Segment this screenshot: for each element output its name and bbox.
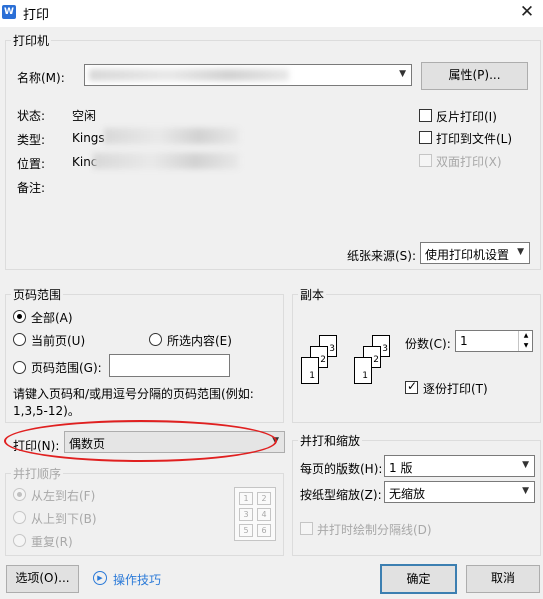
scale-label: 按纸型缩放(Z):: [300, 488, 382, 502]
page-icon-1a: 1: [301, 357, 319, 384]
page-range-current-label[interactable]: 当前页(U): [31, 332, 85, 349]
printer-name-label: 名称(M):: [17, 71, 65, 85]
paper-source-label: 纸张来源(S):: [347, 249, 417, 263]
collate-order-group-title: 并打顺序: [11, 465, 64, 482]
type-value-redacted: [104, 128, 239, 144]
left-to-right-radio: [13, 488, 26, 501]
location-label: 位置:: [17, 157, 46, 171]
collate-pages-icon: 3 2 1 3 2 1: [300, 335, 392, 390]
page-range-all-radio[interactable]: [13, 310, 26, 323]
page-icon-1b: 1: [354, 357, 372, 384]
page-range-all-label[interactable]: 全部(A): [31, 309, 73, 326]
page-range-group-title: 页码范围: [11, 286, 64, 303]
collate-label[interactable]: 逐份打印(T): [423, 380, 488, 397]
reverse-print-label[interactable]: 反片打印(I): [436, 108, 497, 125]
page-range-hint-line1: 请键入页码和/或用逗号分隔的页码范围(例如:: [13, 387, 254, 401]
pages-per-sheet-label: 每页的版数(H):: [300, 462, 383, 476]
chevron-down-icon: ▼: [522, 486, 529, 496]
title-bar: [0, 0, 543, 27]
scale-select[interactable]: 无缩放 ▼: [384, 481, 535, 503]
paper-source-value: 使用打印机设置: [425, 248, 510, 262]
printer-group-title: 打印机: [11, 32, 52, 49]
pages-per-sheet-value: 1 版: [389, 461, 413, 475]
page-range-selection-radio[interactable]: [149, 333, 162, 346]
repeat-label: 重复(R): [31, 535, 73, 549]
options-button[interactable]: 选项(O)...: [6, 565, 79, 593]
type-label: 类型:: [17, 133, 46, 147]
page-range-selection-label[interactable]: 所选内容(E): [167, 332, 232, 349]
window-title: 打印: [23, 8, 50, 23]
top-to-bottom-radio: [13, 511, 26, 524]
properties-button[interactable]: 属性(P)...: [421, 62, 528, 90]
copies-count-input[interactable]: 1 ▲ ▼: [455, 330, 533, 352]
spin-down-button[interactable]: ▼: [518, 341, 533, 351]
duplex-label: 双面打印(X): [436, 155, 502, 169]
scale-value: 无缩放: [389, 487, 426, 501]
printer-name-redacted: [89, 69, 289, 81]
page-range-input[interactable]: [109, 354, 230, 377]
draw-borders-label: 并打时绘制分隔线(D): [317, 523, 432, 537]
preview-cell: 5: [239, 524, 253, 537]
top-to-bottom-label: 从上到下(B): [31, 512, 97, 526]
chevron-down-icon: ▼: [399, 69, 406, 79]
duplex-checkbox: [419, 154, 432, 167]
spin-up-button[interactable]: ▲: [518, 331, 533, 341]
print-to-file-label[interactable]: 打印到文件(L): [436, 130, 512, 147]
app-icon: W: [2, 5, 16, 19]
collate-order-preview: 1 2 3 4 5 6: [234, 487, 276, 541]
preview-cell: 2: [257, 492, 271, 505]
pages-per-sheet-select[interactable]: 1 版 ▼: [384, 455, 535, 477]
page-range-pages-label[interactable]: 页码范围(G):: [31, 359, 102, 376]
tips-link[interactable]: 操作技巧: [113, 571, 161, 588]
play-icon[interactable]: ▶: [93, 571, 107, 585]
copies-group-title: 副本: [298, 286, 327, 303]
preview-cell: 1: [239, 492, 253, 505]
paper-source-select[interactable]: 使用打印机设置 ▼: [420, 242, 530, 264]
status-label: 状态:: [17, 109, 46, 123]
preview-cell: 3: [239, 508, 253, 521]
close-icon[interactable]: ✕: [514, 1, 540, 23]
status-value: 空闲: [72, 109, 97, 123]
preview-cell: 6: [257, 524, 271, 537]
page-range-current-radio[interactable]: [13, 333, 26, 346]
printer-name-select[interactable]: ▼: [84, 64, 412, 86]
collate-checkbox[interactable]: ✓: [405, 379, 418, 394]
chevron-down-icon: ▼: [522, 460, 529, 470]
cancel-button[interactable]: 取消: [466, 565, 540, 593]
page-range-hint-line2: 1,3,5-12)。: [13, 404, 80, 418]
preview-cell: 4: [257, 508, 271, 521]
zoom-group-title: 并打和缩放: [298, 432, 363, 449]
chevron-down-icon: ▼: [517, 247, 524, 257]
page-range-pages-radio[interactable]: [13, 361, 26, 374]
checkmark-icon: ✓: [407, 379, 418, 393]
left-to-right-label: 从左到右(F): [31, 489, 96, 503]
comment-label: 备注:: [17, 181, 46, 195]
repeat-radio: [13, 534, 26, 547]
copies-count-value: 1: [460, 334, 468, 348]
reverse-print-checkbox[interactable]: [419, 109, 432, 122]
type-value: Kings: [72, 131, 105, 145]
highlight-ellipse: [4, 420, 277, 462]
ok-button[interactable]: 确定: [380, 564, 457, 594]
draw-borders-checkbox: [300, 522, 313, 535]
print-to-file-checkbox[interactable]: [419, 131, 432, 144]
copies-count-label: 份数(C):: [405, 337, 451, 351]
location-value-redacted: [93, 153, 239, 169]
